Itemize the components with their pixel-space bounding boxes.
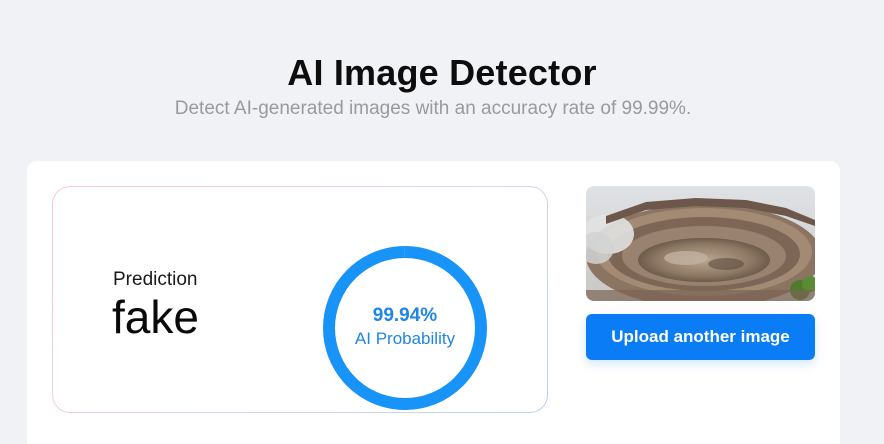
stadium-ruins-image xyxy=(586,186,815,301)
probability-ring: 99.94% AI Probability xyxy=(322,245,488,411)
prediction-value: fake xyxy=(112,291,199,343)
page-title: AI Image Detector xyxy=(287,52,597,93)
page-subtitle: Detect AI-generated images with an accur… xyxy=(174,98,692,119)
probability-value: 99.94% xyxy=(372,305,438,326)
result-panel: Prediction fake 99.94% AI Probability xyxy=(52,186,548,413)
probability-ring-arc xyxy=(323,246,487,410)
page: AI Image Detector Detect AI-generated im… xyxy=(0,0,884,444)
probability-ring-graphic xyxy=(323,246,487,410)
probability-caption: AI Probability xyxy=(354,329,456,348)
upload-another-image-button[interactable]: Upload another image xyxy=(586,314,815,360)
prediction-label: Prediction xyxy=(113,269,198,290)
detector-card: Prediction fake 99.94% AI Probability Up… xyxy=(27,161,840,444)
uploaded-image-preview xyxy=(586,186,815,301)
